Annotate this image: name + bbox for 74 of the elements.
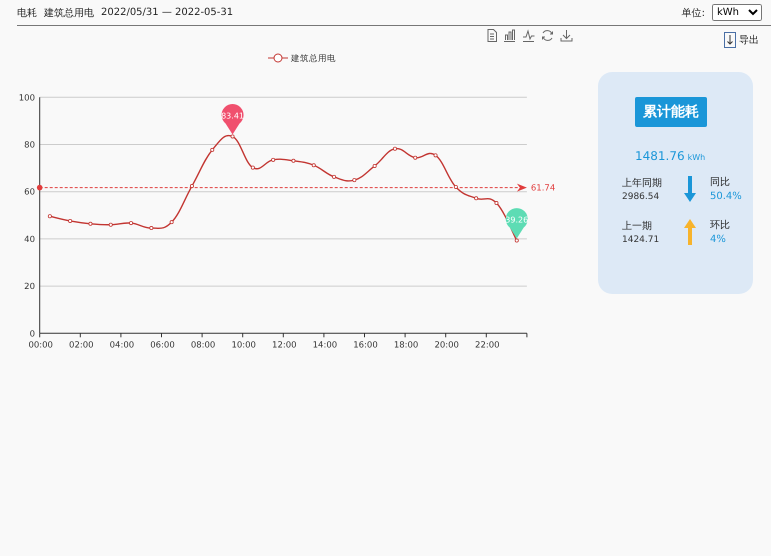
data-point: [230, 134, 235, 138]
data-point: [372, 164, 377, 168]
axis-label: 18:00: [394, 340, 418, 350]
data-point: [271, 158, 276, 162]
data-point: [434, 153, 438, 158]
data-point: [332, 174, 336, 179]
axis-label: 02:00: [69, 340, 94, 350]
axis-label: 60: [24, 188, 35, 198]
period-value: 1424.71: [622, 234, 660, 244]
axis-label: 80: [24, 140, 35, 150]
value-pin: [222, 104, 244, 134]
axis-label: 40: [24, 234, 35, 245]
date-range: 2022/05/31 — 2022-05-31: [101, 7, 234, 18]
axis-label: 100: [18, 93, 35, 104]
data-point: [312, 163, 316, 168]
down-arrow-icon: [724, 32, 736, 48]
data-point: [454, 184, 458, 189]
export-button[interactable]: 导出: [724, 32, 759, 48]
unit-label: 单位:: [682, 6, 705, 20]
axis-label: 04:00: [110, 340, 134, 350]
ratio-label: 同比: [710, 176, 731, 189]
total-value: 1481.76: [635, 149, 685, 163]
data-point: [210, 148, 214, 152]
scope-label: 建筑总用电: [44, 6, 94, 20]
pin-label: 39.26: [505, 216, 528, 225]
data-point: [170, 220, 174, 224]
arrowhead-icon: [516, 184, 527, 192]
data-view-icon[interactable]: [487, 29, 497, 42]
axis-label: 22:00: [475, 340, 500, 350]
axis-label: 10:00: [231, 340, 256, 350]
ratio-value: 4%: [710, 234, 727, 245]
average-label: 61.74: [530, 184, 556, 194]
line-start-dot: [36, 184, 42, 190]
data-point: [108, 222, 113, 227]
period-label: 上一期: [622, 220, 653, 232]
axis-label: 0: [30, 329, 35, 340]
data-point: [68, 218, 72, 223]
legend-label: 建筑总用电: [290, 53, 336, 64]
bar-chart-icon[interactable]: [503, 29, 516, 42]
total-unit: kWh: [688, 153, 706, 162]
summary-title: 累计能耗: [635, 97, 707, 127]
data-point: [88, 222, 92, 226]
axis-label: 20:00: [434, 340, 459, 350]
axis-label: 12:00: [272, 340, 297, 350]
data-point: [392, 146, 397, 151]
axis-label: 08:00: [190, 340, 216, 350]
data-point: [190, 184, 194, 188]
axis-label: 14:00: [312, 340, 338, 350]
data-point: [413, 156, 418, 160]
data-point: [129, 221, 134, 226]
pin-label: 83.41: [221, 111, 244, 120]
data-point: [291, 158, 296, 163]
metric-label: 电耗: [17, 6, 37, 20]
value-pin: [506, 208, 528, 239]
unit-select[interactable]: kWh: [712, 4, 762, 21]
axis-label: 20: [24, 282, 35, 292]
data-point: [494, 201, 498, 206]
data-point: [474, 196, 478, 200]
download-icon[interactable]: [560, 29, 573, 42]
ratio-label: 环比: [710, 218, 730, 232]
data-point: [250, 166, 255, 170]
data-point: [352, 178, 356, 182]
data-point: [48, 214, 52, 218]
ratio-value: 50.4%: [710, 191, 742, 202]
line-chart-icon[interactable]: [522, 29, 535, 42]
axis-label: 16:00: [353, 340, 378, 350]
refresh-icon[interactable]: [541, 29, 554, 42]
axis-label: 00:00: [28, 340, 53, 350]
data-point: [149, 226, 154, 230]
axis-label: 06:00: [150, 340, 175, 350]
data-point: [514, 238, 519, 243]
period-value: 2986.54: [622, 192, 660, 202]
legend-item[interactable]: 建筑总用电: [268, 54, 336, 64]
period-label: 上年同期: [622, 176, 663, 190]
